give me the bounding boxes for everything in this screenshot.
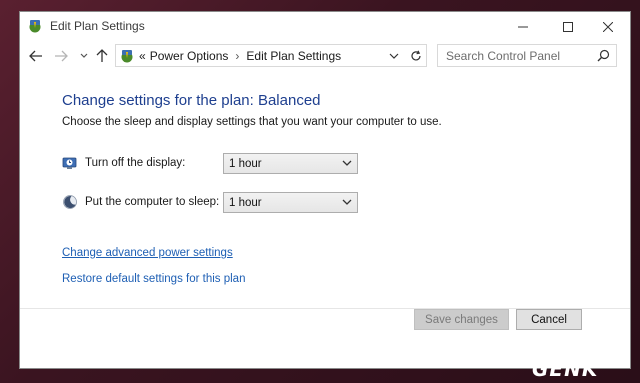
sleep-value: 1 hour: [229, 196, 262, 209]
breadcrumb-power-options[interactable]: Power Options: [150, 49, 229, 63]
title-bar[interactable]: Edit Plan Settings: [20, 12, 630, 41]
forward-arrow-icon: [55, 50, 68, 62]
minimize-icon: [517, 26, 528, 27]
edit-plan-settings-window: Edit Plan Settings « Power Options › Edi…: [19, 11, 631, 369]
chevron-down-icon: [80, 53, 88, 58]
advanced-power-settings-link[interactable]: Change advanced power settings: [62, 247, 233, 259]
chevron-down-icon: [342, 199, 352, 205]
breadcrumb-edit-plan-settings[interactable]: Edit Plan Settings: [246, 49, 341, 63]
monitor-clock-icon: [62, 157, 77, 169]
power-options-app-icon: [29, 20, 41, 33]
up-button[interactable]: [93, 47, 111, 65]
cancel-button[interactable]: Cancel: [516, 309, 582, 330]
sleep-label: Put the computer to sleep:: [85, 196, 220, 208]
address-bar[interactable]: « Power Options › Edit Plan Settings: [115, 44, 427, 67]
address-dropdown-icon[interactable]: [387, 49, 401, 63]
refresh-icon: [411, 50, 421, 60]
close-icon: [602, 21, 613, 32]
maximize-button[interactable]: [545, 12, 590, 41]
breadcrumb-separator-icon[interactable]: ›: [235, 49, 239, 63]
back-button[interactable]: [27, 47, 45, 65]
close-button[interactable]: [585, 12, 630, 41]
search-input[interactable]: [444, 47, 598, 64]
page-description: Choose the sleep and display settings th…: [62, 116, 442, 128]
up-arrow-icon: [96, 49, 108, 62]
display-off-label: Turn off the display:: [85, 157, 186, 169]
display-off-select[interactable]: 1 hour: [223, 153, 358, 174]
search-icon[interactable]: [597, 49, 610, 62]
window-title: Edit Plan Settings: [50, 19, 145, 33]
page-title: Change settings for the plan: Balanced: [62, 92, 321, 109]
maximize-icon: [562, 21, 573, 32]
genk-watermark-logo: GENK: [532, 357, 599, 381]
display-off-value: 1 hour: [229, 157, 262, 170]
restore-defaults-link[interactable]: Restore default settings for this plan: [62, 273, 245, 285]
recent-locations-button[interactable]: [75, 47, 93, 65]
refresh-button[interactable]: [406, 44, 427, 67]
navigation-bar: « Power Options › Edit Plan Settings: [20, 41, 630, 71]
chevron-down-icon: [342, 160, 352, 166]
search-box[interactable]: [437, 44, 617, 67]
moon-icon: [63, 195, 77, 209]
control-panel-icon: [121, 49, 133, 62]
back-arrow-icon: [29, 50, 42, 62]
breadcrumb-prefix[interactable]: «: [139, 49, 146, 63]
forward-button[interactable]: [52, 47, 70, 65]
sleep-select[interactable]: 1 hour: [223, 192, 358, 213]
main-content: Change settings for the plan: Balanced C…: [20, 71, 630, 308]
save-changes-button[interactable]: Save changes: [414, 309, 509, 330]
minimize-button[interactable]: [500, 12, 545, 41]
